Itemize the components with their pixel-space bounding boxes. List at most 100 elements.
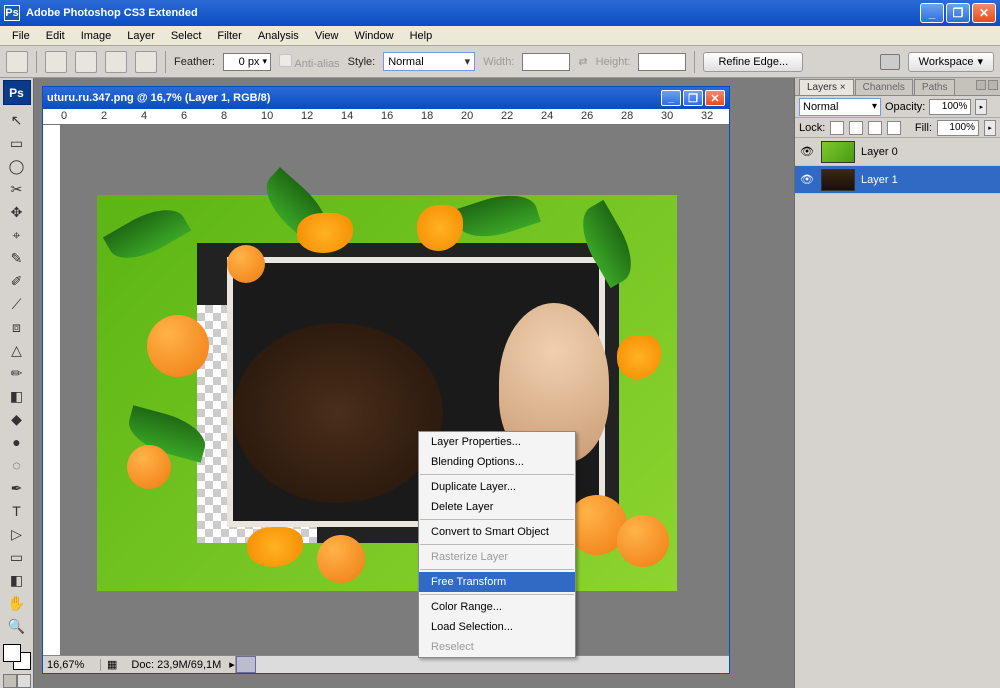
- layer-thumbnail[interactable]: [821, 141, 855, 163]
- tool-button-14[interactable]: ●: [4, 431, 30, 453]
- device-icon[interactable]: [880, 54, 900, 70]
- ctx-item[interactable]: Free Transform: [419, 572, 575, 592]
- document-titlebar[interactable]: uturu.ru.347.png @ 16,7% (Layer 1, RGB/8…: [43, 87, 729, 109]
- ctx-item[interactable]: Convert to Smart Object: [419, 522, 575, 542]
- tool-button-16[interactable]: ✒: [4, 477, 30, 499]
- menu-image[interactable]: Image: [73, 28, 120, 44]
- tool-button-13[interactable]: ◆: [4, 408, 30, 430]
- add-selection-button[interactable]: [75, 51, 97, 73]
- tool-button-1[interactable]: ▭: [4, 132, 30, 154]
- ctx-item: Reselect: [419, 637, 575, 657]
- menu-window[interactable]: Window: [346, 28, 401, 44]
- opacity-input[interactable]: 100%: [929, 99, 971, 115]
- lock-position-icon[interactable]: [868, 121, 882, 135]
- tab-layers[interactable]: Layers ×: [799, 79, 854, 95]
- intersect-selection-button[interactable]: [135, 51, 157, 73]
- zoom-input[interactable]: 16,67%: [43, 659, 101, 671]
- lock-pixels-icon[interactable]: [849, 121, 863, 135]
- feather-input[interactable]: 0 px: [223, 53, 271, 71]
- menu-file[interactable]: File: [4, 28, 38, 44]
- layer-name[interactable]: Layer 1: [861, 174, 898, 186]
- menu-analysis[interactable]: Analysis: [250, 28, 307, 44]
- navigator-icon[interactable]: ▦: [101, 658, 123, 671]
- style-label: Style:: [348, 56, 376, 68]
- tool-button-22[interactable]: 🔍: [4, 615, 30, 637]
- new-selection-button[interactable]: [45, 51, 67, 73]
- tool-button-3[interactable]: ✂: [4, 178, 30, 200]
- toolbox: Ps ↖▭◯✂✥⌖✎✐⟋⧈△✏◧◆●◌✒T▷▭◧✋🔍: [0, 78, 34, 688]
- blend-mode-select[interactable]: Normal: [799, 98, 881, 116]
- menu-layer[interactable]: Layer: [119, 28, 163, 44]
- tool-button-10[interactable]: △: [4, 339, 30, 361]
- tool-button-9[interactable]: ⧈: [4, 316, 30, 338]
- ctx-item[interactable]: Layer Properties...: [419, 432, 575, 452]
- panel-min-icon[interactable]: [976, 80, 986, 90]
- ps-logo-icon: Ps: [3, 80, 31, 105]
- ctx-item[interactable]: Color Range...: [419, 597, 575, 617]
- context-menu: Layer Properties...Blending Options... Du…: [418, 431, 576, 658]
- tool-button-4[interactable]: ✥: [4, 201, 30, 223]
- ctx-item[interactable]: Duplicate Layer...: [419, 477, 575, 497]
- ctx-item[interactable]: Load Selection...: [419, 617, 575, 637]
- fill-input[interactable]: 100%: [937, 120, 979, 136]
- feather-label: Feather:: [174, 56, 215, 68]
- tool-button-5[interactable]: ⌖: [4, 224, 30, 246]
- panel-close-icon[interactable]: [988, 80, 998, 90]
- tool-button-11[interactable]: ✏: [4, 362, 30, 384]
- tab-channels[interactable]: Channels: [855, 79, 913, 95]
- maximize-button[interactable]: ❐: [946, 3, 970, 23]
- ctx-item[interactable]: Blending Options...: [419, 452, 575, 472]
- tool-button-21[interactable]: ✋: [4, 592, 30, 614]
- tool-button-0[interactable]: ↖: [4, 109, 30, 131]
- h-scrollbar[interactable]: [235, 656, 729, 673]
- layer-thumbnail[interactable]: [821, 169, 855, 191]
- style-select[interactable]: Normal: [383, 52, 475, 71]
- tool-button-2[interactable]: ◯: [4, 155, 30, 177]
- minimize-button[interactable]: _: [920, 3, 944, 23]
- refine-edge-button[interactable]: Refine Edge...: [703, 52, 803, 72]
- doc-info: Doc: 23,9M/69,1M: [123, 659, 229, 671]
- tool-button-8[interactable]: ⟋: [4, 293, 30, 315]
- workspace-button[interactable]: Workspace: [908, 52, 994, 72]
- tool-button-19[interactable]: ▭: [4, 546, 30, 568]
- tool-button-6[interactable]: ✎: [4, 247, 30, 269]
- subtract-selection-button[interactable]: [105, 51, 127, 73]
- fill-arrow-icon[interactable]: ▸: [984, 120, 996, 136]
- lock-transparency-icon[interactable]: [830, 121, 844, 135]
- layer-row[interactable]: 👁 Layer 1: [795, 166, 1000, 194]
- ruler-vertical[interactable]: [43, 125, 61, 655]
- lock-all-icon[interactable]: [887, 121, 901, 135]
- menu-select[interactable]: Select: [163, 28, 210, 44]
- tool-button-17[interactable]: T: [4, 500, 30, 522]
- color-swatches[interactable]: [3, 644, 31, 669]
- fill-label: Fill:: [915, 122, 932, 134]
- doc-close-button[interactable]: ✕: [705, 90, 725, 106]
- tool-button-7[interactable]: ✐: [4, 270, 30, 292]
- ctx-item[interactable]: Delete Layer: [419, 497, 575, 517]
- tool-button-15[interactable]: ◌: [4, 454, 30, 476]
- tab-paths[interactable]: Paths: [914, 79, 956, 95]
- eye-icon[interactable]: 👁: [799, 172, 815, 188]
- canvas-viewport[interactable]: [61, 125, 729, 655]
- height-input: [638, 53, 686, 71]
- menu-edit[interactable]: Edit: [38, 28, 73, 44]
- layer-row[interactable]: 👁 Layer 0: [795, 138, 1000, 166]
- doc-minimize-button[interactable]: _: [661, 90, 681, 106]
- tool-button-12[interactable]: ◧: [4, 385, 30, 407]
- opacity-arrow-icon[interactable]: ▸: [975, 99, 987, 115]
- menu-help[interactable]: Help: [402, 28, 441, 44]
- tool-button-20[interactable]: ◧: [4, 569, 30, 591]
- eye-icon[interactable]: 👁: [799, 144, 815, 160]
- quickmask-toggle[interactable]: [3, 674, 31, 688]
- tool-preset-button[interactable]: [6, 51, 28, 73]
- menu-view[interactable]: View: [307, 28, 347, 44]
- document-statusbar: 16,67% ▦ Doc: 23,9M/69,1M ▸: [43, 655, 729, 673]
- ruler-horizontal[interactable]: 02468101214161820222426283032: [43, 109, 729, 125]
- doc-maximize-button[interactable]: ❐: [683, 90, 703, 106]
- menu-filter[interactable]: Filter: [209, 28, 249, 44]
- tool-button-18[interactable]: ▷: [4, 523, 30, 545]
- fg-color-swatch[interactable]: [3, 644, 21, 662]
- close-button[interactable]: ✕: [972, 3, 996, 23]
- layer-name[interactable]: Layer 0: [861, 146, 898, 158]
- canvas[interactable]: [97, 195, 677, 591]
